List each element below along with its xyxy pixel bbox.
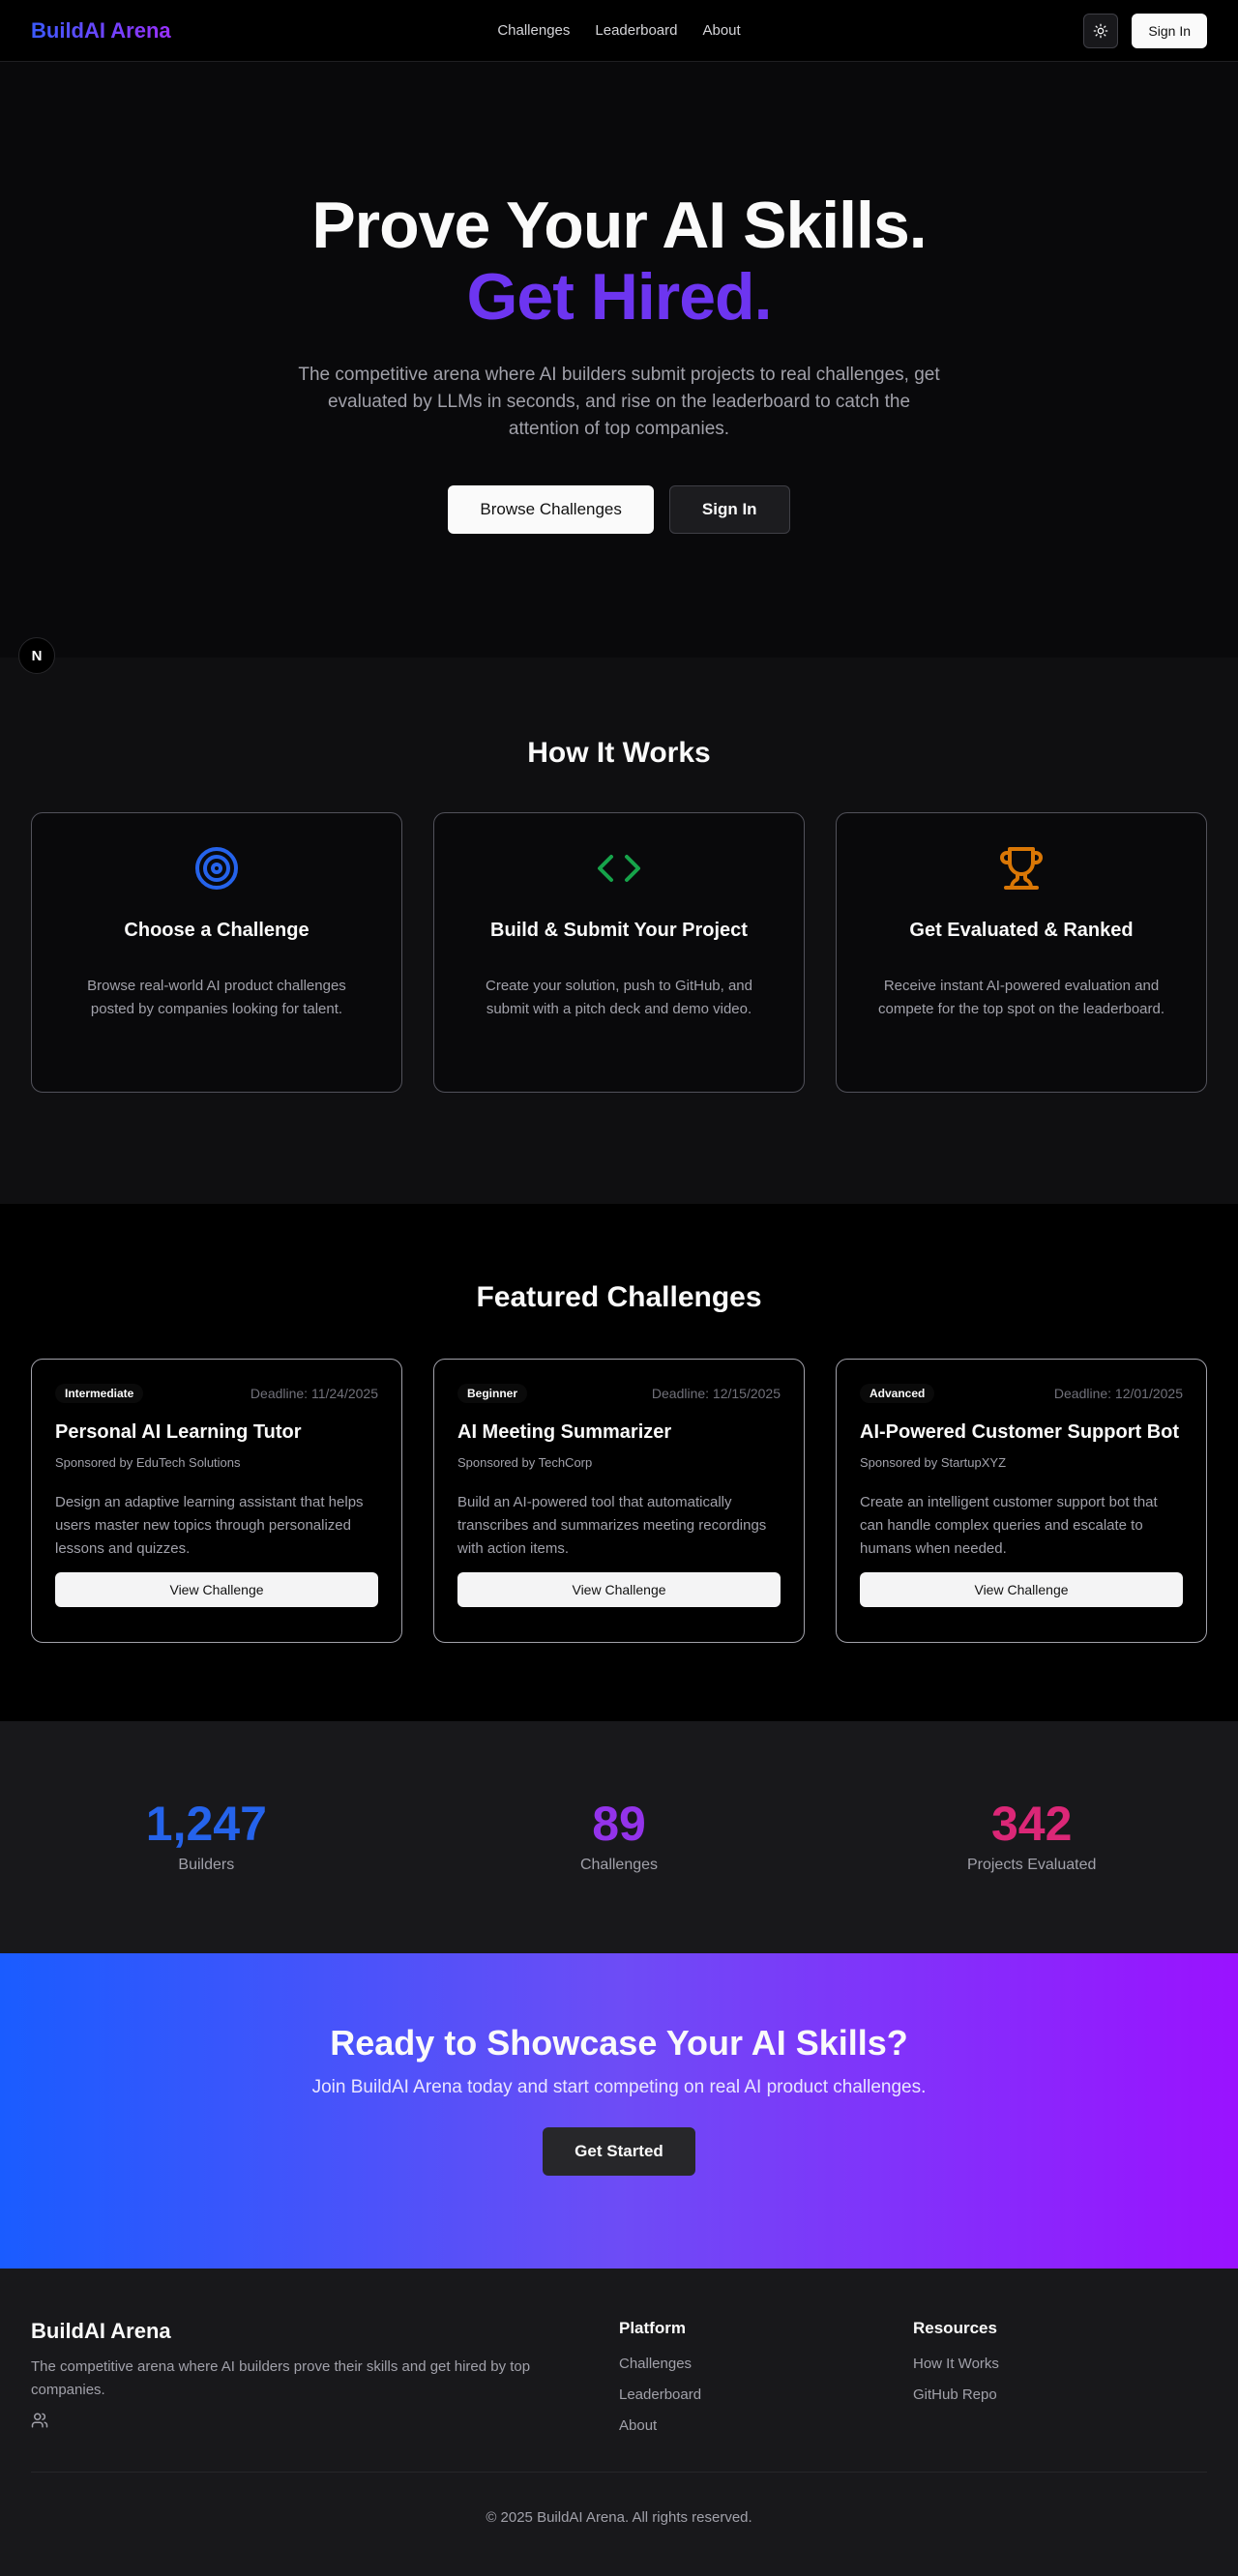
view-challenge-button[interactable]: View Challenge <box>55 1572 378 1607</box>
nav-actions: Sign In <box>1083 13 1207 48</box>
challenge-card[interactable]: Advanced Deadline: 12/01/2025 AI-Powered… <box>836 1359 1207 1643</box>
how-card-title: Build & Submit Your Project <box>490 920 748 941</box>
trophy-icon <box>1000 847 1043 890</box>
challenge-title: AI Meeting Summarizer <box>457 1421 672 1443</box>
top-navbar: BuildAI Arena Challenges Leaderboard Abo… <box>0 0 1238 62</box>
sponsor: Sponsored by EduTech Solutions <box>55 1455 241 1470</box>
logo[interactable]: BuildAI Arena <box>31 18 171 44</box>
footer-divider <box>31 2472 1207 2473</box>
cta-title: Ready to Showcase Your AI Skills? <box>330 2023 908 2063</box>
hero-signin-button[interactable]: Sign In <box>668 485 790 534</box>
featured-grid: Intermediate Deadline: 11/24/2025 Person… <box>0 1359 1238 1643</box>
level-badge: Beginner <box>457 1384 528 1403</box>
footer-brand: BuildAI Arena The competitive arena wher… <box>31 2319 619 2435</box>
how-card-text: Create your solution, push to GitHub, an… <box>486 978 752 1017</box>
footer: BuildAI Arena The competitive arena wher… <box>0 2269 1238 2576</box>
sun-icon <box>1094 23 1108 38</box>
users-icon[interactable] <box>31 2412 48 2429</box>
view-challenge-button[interactable]: View Challenge <box>457 1572 781 1607</box>
how-card-evaluate: Get Evaluated & Ranked Receive instant A… <box>836 812 1207 1093</box>
footer-link-leaderboard[interactable]: Leaderboard <box>619 2386 913 2404</box>
stat-challenges: 89 Challenges <box>413 1799 826 1953</box>
level-badge: Intermediate <box>55 1384 144 1403</box>
challenge-description: Create an intelligent customer support b… <box>860 1494 1158 1557</box>
how-card-title: Choose a Challenge <box>124 920 310 941</box>
how-it-works-title: How It Works <box>527 737 711 769</box>
footer-resources: Resources How It Works GitHub Repo <box>913 2319 1207 2435</box>
challenge-card[interactable]: Intermediate Deadline: 11/24/2025 Person… <box>31 1359 402 1643</box>
nav-link-leaderboard[interactable]: Leaderboard <box>595 22 677 39</box>
deadline: Deadline: 11/24/2025 <box>250 1386 378 1401</box>
hero-title-accent: Get Hired. <box>466 260 773 334</box>
footer-col-title: Platform <box>619 2319 686 2337</box>
challenge-title: AI-Powered Customer Support Bot <box>860 1421 1180 1443</box>
get-started-button[interactable]: Get Started <box>543 2127 695 2176</box>
hero-title: Prove Your AI Skills. Get Hired. <box>0 190 1238 333</box>
hero-section: Prove Your AI Skills. Get Hired. The com… <box>0 62 1238 674</box>
footer-link-about[interactable]: About <box>619 2416 913 2435</box>
challenge-card[interactable]: Beginner Deadline: 12/15/2025 AI Meeting… <box>433 1359 805 1643</box>
stat-builders: 1,247 Builders <box>0 1799 413 1953</box>
stat-label: Builders <box>178 1857 235 1873</box>
theme-toggle-button[interactable] <box>1083 13 1119 48</box>
footer-logo: BuildAI Arena <box>31 2319 171 2343</box>
cta-text: Join BuildAI Arena today and start compe… <box>311 2077 927 2097</box>
how-card-choose: Choose a Challenge Browse real-world AI … <box>31 812 402 1093</box>
stat-value: 1,247 <box>145 1797 267 1851</box>
hero-buttons: Browse Challenges Sign In <box>0 485 1238 534</box>
cta-section: Ready to Showcase Your AI Skills? Join B… <box>0 1953 1238 2269</box>
how-it-works-grid: Choose a Challenge Browse real-world AI … <box>0 812 1238 1093</box>
stats-section: 1,247 Builders 89 Challenges 342 Project… <box>0 1721 1238 1953</box>
stat-value: 342 <box>990 1797 1073 1851</box>
copyright: © 2025 BuildAI Arena. All rights reserve… <box>486 2509 752 2526</box>
stat-value: 89 <box>592 1797 646 1851</box>
stat-projects: 342 Projects Evaluated <box>825 1799 1238 1953</box>
hero-title-line1: Prove Your AI Skills. <box>311 189 927 262</box>
challenge-description: Design an adaptive learning assistant th… <box>55 1494 364 1557</box>
challenge-title: Personal AI Learning Tutor <box>55 1421 302 1443</box>
code-icon <box>598 855 640 882</box>
nav-signin-button[interactable]: Sign In <box>1132 13 1207 48</box>
hero-subtitle: The competitive arena where AI builders … <box>298 365 940 439</box>
deadline: Deadline: 12/01/2025 <box>1053 1386 1183 1401</box>
nav-links: Challenges Leaderboard About <box>497 22 740 39</box>
footer-link-github[interactable]: GitHub Repo <box>913 2386 1207 2404</box>
deadline: Deadline: 12/15/2025 <box>651 1386 781 1401</box>
footer-tagline: The competitive arena where AI builders … <box>31 2358 531 2398</box>
nav-link-challenges[interactable]: Challenges <box>497 22 570 39</box>
target-icon <box>195 847 238 890</box>
nextjs-badge[interactable]: N <box>18 637 55 674</box>
stat-label: Projects Evaluated <box>966 1857 1097 1873</box>
how-card-text: Receive instant AI-powered evaluation an… <box>877 978 1165 1017</box>
sponsor: Sponsored by StartupXYZ <box>860 1455 1007 1470</box>
how-card-build: Build & Submit Your Project Create your … <box>433 812 805 1093</box>
browse-challenges-button[interactable]: Browse Challenges <box>448 485 654 534</box>
how-card-title: Get Evaluated & Ranked <box>909 920 1134 941</box>
footer-platform: Platform Challenges Leaderboard About <box>619 2319 913 2435</box>
footer-link-how-it-works[interactable]: How It Works <box>913 2355 1207 2373</box>
footer-col-title: Resources <box>913 2319 997 2337</box>
featured-challenges-section: Featured Challenges Intermediate Deadlin… <box>0 1204 1238 1721</box>
view-challenge-button[interactable]: View Challenge <box>860 1572 1183 1607</box>
how-card-text: Browse real-world AI product challenges … <box>87 978 346 1017</box>
how-it-works-section: How It Works Choose a Challenge Browse r… <box>0 658 1238 1204</box>
sponsor: Sponsored by TechCorp <box>457 1455 593 1470</box>
nav-link-about[interactable]: About <box>702 22 740 39</box>
featured-title: Featured Challenges <box>476 1281 762 1313</box>
challenge-description: Build an AI-powered tool that automatica… <box>457 1494 767 1557</box>
stat-label: Challenges <box>579 1857 659 1873</box>
footer-link-challenges[interactable]: Challenges <box>619 2355 913 2373</box>
level-badge: Advanced <box>860 1384 935 1403</box>
